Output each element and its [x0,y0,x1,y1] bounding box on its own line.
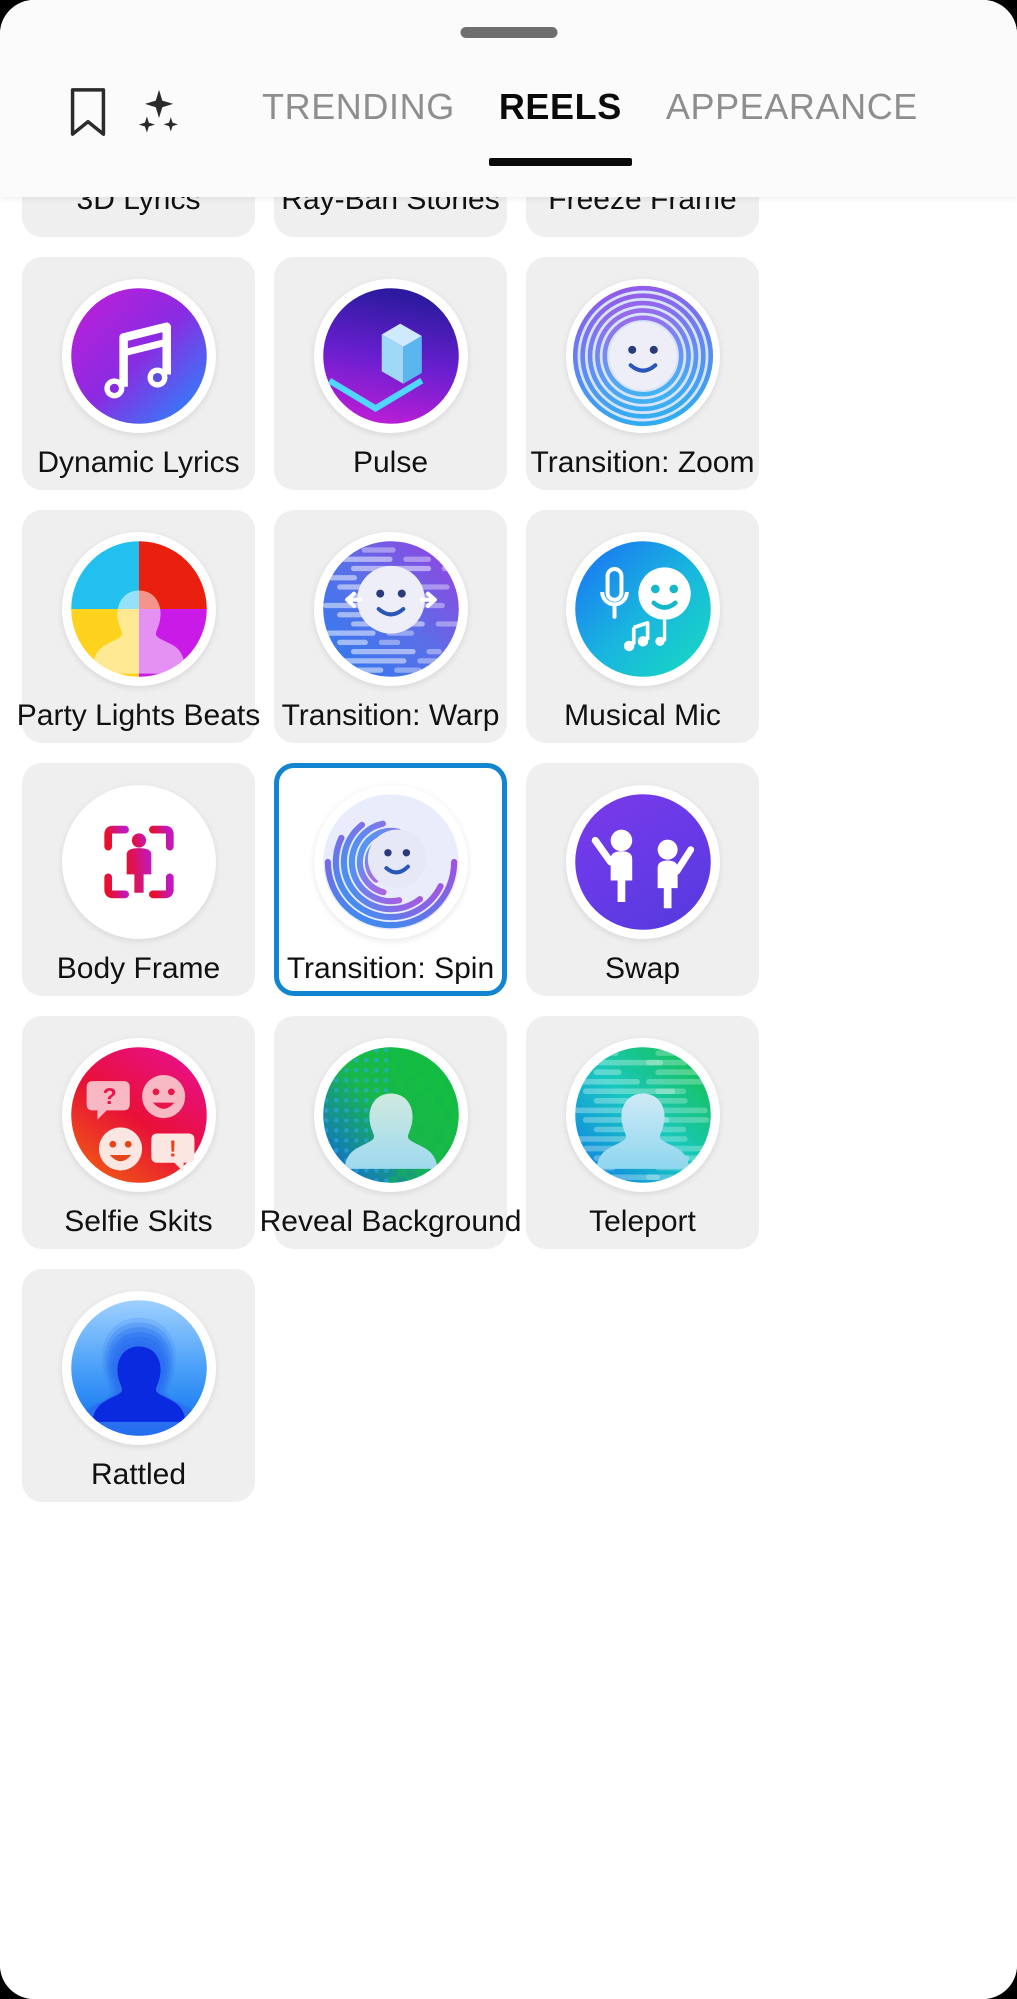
rattled-thumb [61,1291,216,1445]
party-lights-beats-thumb [61,532,216,686]
effects-picker-sheet: 3D Lyrics Ray-Ban Stories Freeze Frame Dyna… [0,0,1017,1999]
tab-appearance-label: APPEARANCE [665,86,918,127]
effect-card-label: Transition: Warp [281,699,500,732]
effect-card[interactable]: Pulse [274,257,507,490]
sparkles-icon [134,86,186,140]
effect-card[interactable]: Body Frame [22,763,255,996]
effect-card[interactable]: Teleport [526,1016,759,1249]
transition-zoom-thumb [565,279,720,433]
effect-card-label: Reveal Background [259,1205,522,1238]
saved-effects-button[interactable] [52,82,124,144]
svg-text:!: ! [169,1136,177,1162]
effect-card-label: Teleport [589,1205,696,1238]
tab-appearance[interactable]: APPEARANCE [644,82,940,162]
svg-text:?: ? [102,1083,116,1109]
tab-reels[interactable]: REELS [477,82,644,166]
ai-effects-button[interactable] [124,82,196,144]
effects-grid: 3D Lyrics Ray-Ban Stories Freeze Frame Dyna… [17,157,997,1502]
effect-card[interactable]: Reveal Background [260,1016,521,1249]
effect-card[interactable]: Musical Mic [526,510,759,743]
effect-card-label: Swap [604,952,681,985]
effect-card-label: Transition: Zoom [530,446,755,479]
pulse-thumb [313,279,468,433]
effect-card[interactable]: Party Lights Beats [17,510,260,743]
musical-mic-thumb [565,532,720,686]
effect-card[interactable]: Transition: Spin [274,763,507,996]
effect-card-label: Body Frame [56,952,221,985]
selfie-skits-thumb: ?! [61,1038,216,1192]
sheet-header: TRENDING REELS APPEARANCE [0,0,1017,197]
effect-card-label: Selfie Skits [64,1205,213,1238]
drag-handle[interactable] [460,27,557,38]
swap-thumb [565,785,720,939]
effect-card[interactable]: Swap [526,763,759,996]
effect-card[interactable]: Dynamic Lyrics [22,257,255,490]
effect-card-label: Rattled [90,1458,187,1491]
transition-warp-thumb [313,532,468,686]
effect-card-label: Party Lights Beats [16,699,261,732]
effect-card-label: Transition: Spin [286,952,495,985]
effect-card[interactable]: ?! Selfie Skits [22,1016,255,1249]
effect-card-label: Musical Mic [564,699,721,732]
teleport-thumb [565,1038,720,1192]
effect-card-label: Pulse [352,446,429,479]
tab-trending[interactable]: TRENDING [240,82,477,162]
effect-card[interactable]: Transition: Warp [274,510,507,743]
dynamic-lyrics-thumb [61,279,216,433]
effect-card[interactable]: Transition: Zoom [526,257,759,490]
transition-spin-thumb [313,785,468,939]
effect-card-label: Dynamic Lyrics [37,446,240,479]
reveal-background-thumb [313,1038,468,1192]
effects-grid-scroll[interactable]: 3D Lyrics Ray-Ban Stories Freeze Frame Dyna… [0,0,1017,1999]
bookmark-icon [64,86,112,140]
tab-reels-label: REELS [498,86,622,127]
tab-bar: TRENDING REELS APPEARANCE [0,82,1017,170]
effect-card[interactable]: Rattled [22,1269,255,1502]
tab-trending-label: TRENDING [262,86,455,127]
body-frame-thumb [61,785,216,939]
